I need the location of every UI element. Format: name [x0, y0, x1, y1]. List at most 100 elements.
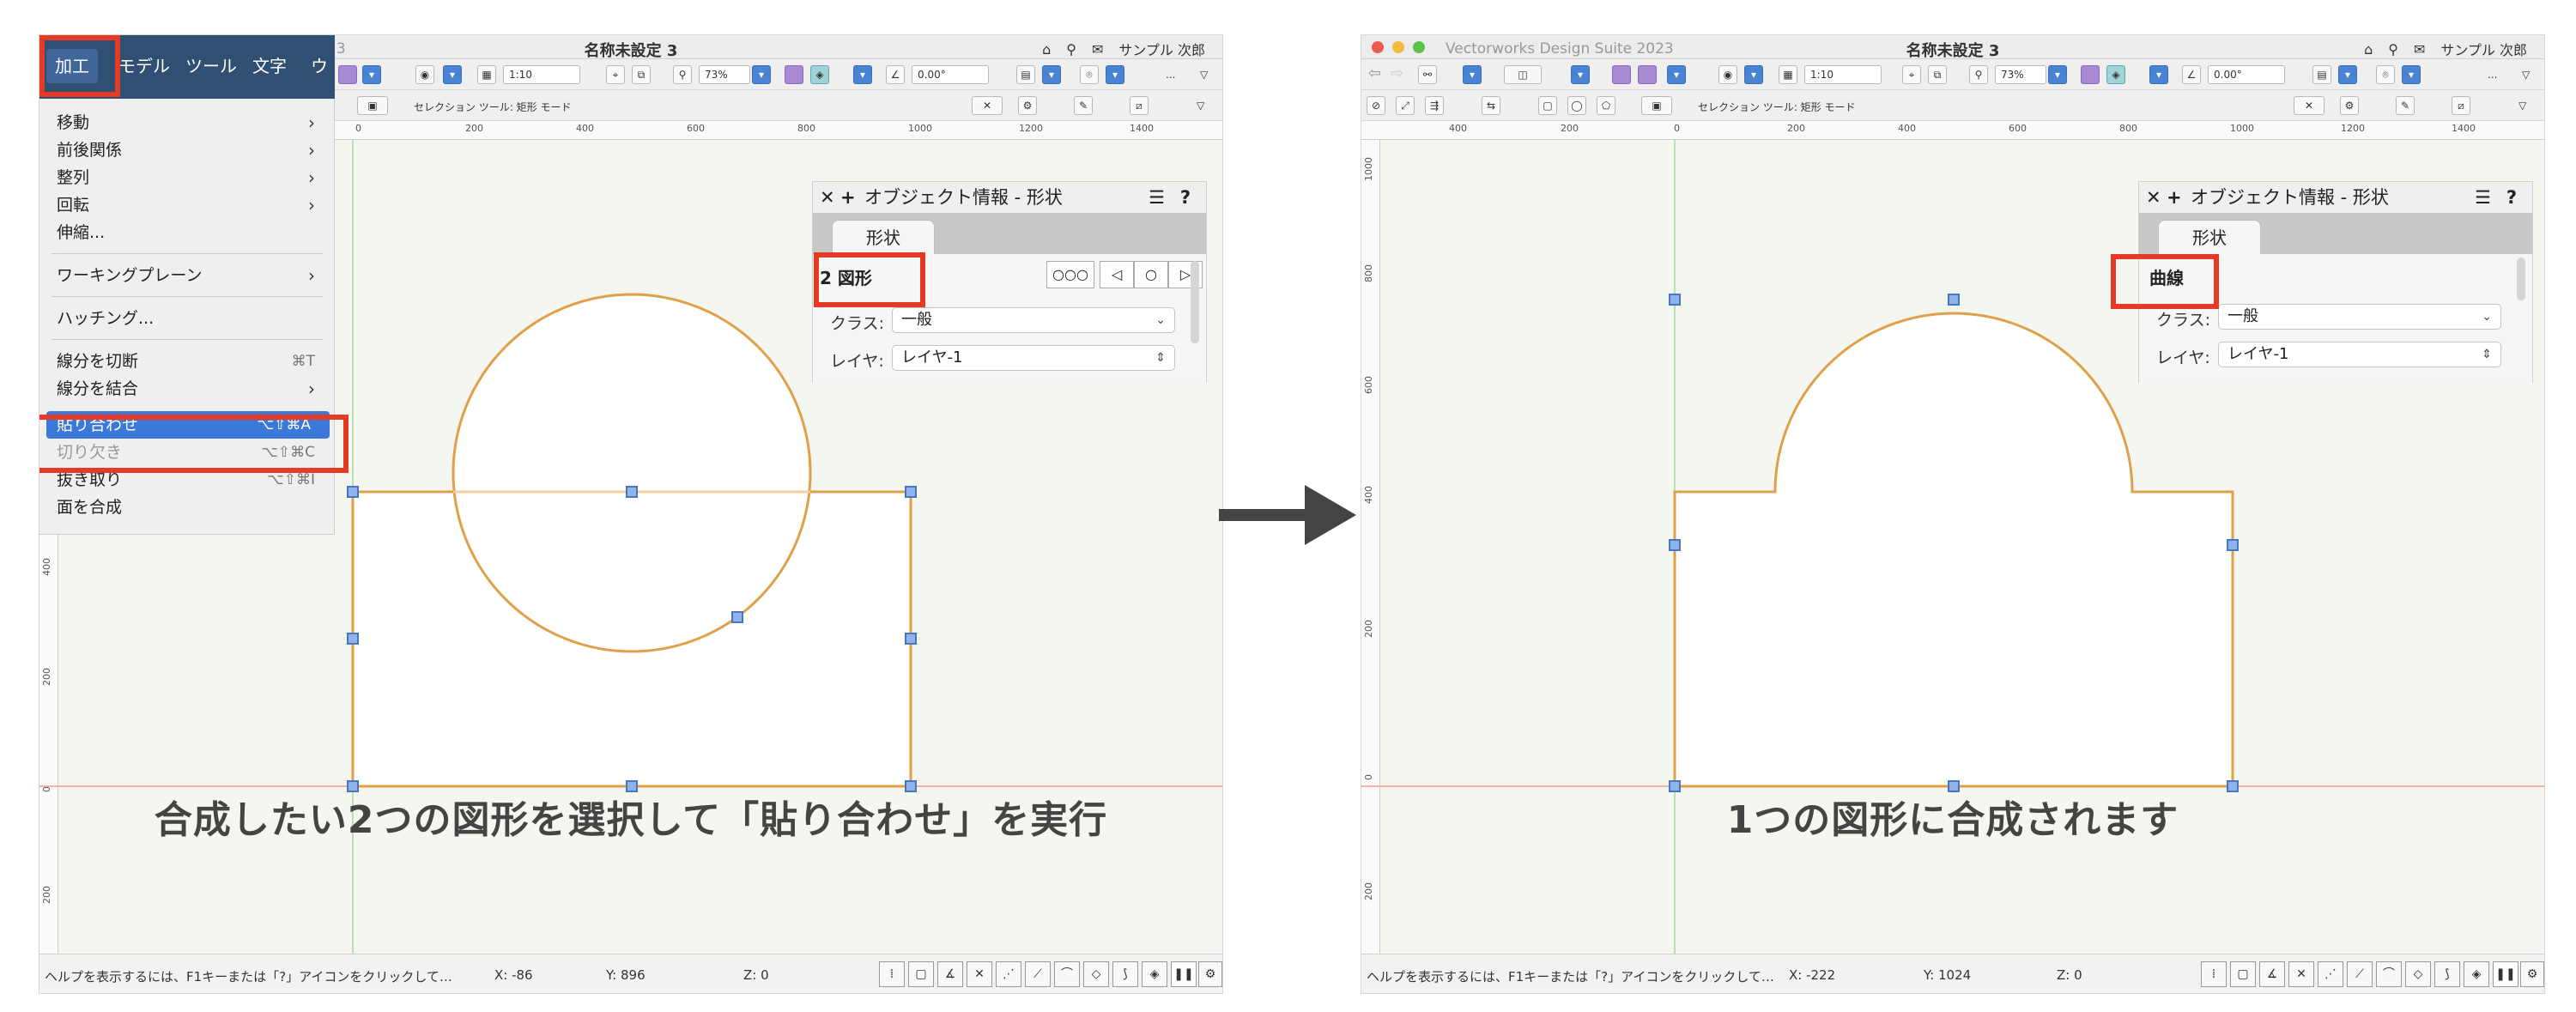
chevron-right-icon: ›: [308, 167, 315, 188]
handle[interactable]: [626, 486, 638, 498]
menu-item-combine-surface[interactable]: 面を合成: [39, 494, 334, 521]
handle[interactable]: [1669, 294, 1681, 306]
menu-item-split-line[interactable]: 線分を切断 ⌘T: [39, 348, 334, 375]
menu-item-hatching[interactable]: ハッチング...: [39, 305, 334, 332]
snap-distance-icon[interactable]: ⋰: [2318, 961, 2343, 987]
snap-smart-icon[interactable]: ⟋: [2347, 961, 2373, 987]
right-arrow-icon: [1219, 485, 1356, 545]
handle[interactable]: [347, 633, 359, 645]
class-select[interactable]: 一般 ⌄: [2218, 304, 2501, 330]
menu-icon[interactable]: ☰: [1149, 182, 1165, 213]
pause-icon[interactable]: ❚❚: [2493, 961, 2518, 987]
gear-icon[interactable]: ⚙: [1198, 961, 1222, 987]
menu-item-label: 切り欠き: [57, 443, 123, 462]
right-caption: 1つの図形に合成されます: [1726, 798, 2179, 842]
snap-object-icon[interactable]: ▢: [908, 961, 934, 987]
chevron-right-icon: ›: [308, 112, 315, 133]
handle[interactable]: [347, 486, 359, 498]
shortcut-label: ⌥⇧⌘A: [257, 416, 311, 433]
status-bar: ヘルプを表示するには、F1キーまたは「?」アイコンをクリックして… X: -86…: [39, 954, 1222, 993]
chevron-down-icon: ⌄: [1155, 313, 1166, 327]
shape-type-label: 2 図形: [820, 268, 872, 288]
menu-item-label: 整列: [57, 168, 90, 187]
menu-item-intersect-surface[interactable]: 抜き取り ⌥⇧⌘I: [39, 466, 334, 494]
menu-item-add-surface[interactable]: 貼り合わせ ⌥⇧⌘A: [46, 411, 330, 439]
circle-shape[interactable]: [452, 293, 812, 653]
plus-icon[interactable]: +: [2167, 182, 2182, 213]
snap-surface-icon[interactable]: ◇: [1083, 961, 1109, 987]
left-screenshot: 23 名称未設定 3 ⌂ ⚲ ✉ サンプル 次郎 ▾ ◉ ▾ ▦ 1:10 ⌖ …: [39, 34, 1223, 994]
chevron-down-icon: ⌄: [2482, 310, 2492, 324]
snap-tangent-icon[interactable]: ⌒: [2376, 961, 2402, 987]
help-icon[interactable]: ?: [2506, 182, 2517, 213]
tab-shape[interactable]: 形状: [832, 220, 935, 256]
menu-text[interactable]: 文字: [244, 49, 295, 83]
menu-separator: [52, 339, 323, 340]
menu-item-scale[interactable]: 伸縮...: [39, 219, 334, 246]
handle[interactable]: [905, 486, 917, 498]
menu-item-align[interactable]: 整列 ›: [39, 164, 334, 191]
chain-icon[interactable]: ○○○: [1046, 261, 1094, 288]
layer-select[interactable]: レイヤ-1 ⇕: [2218, 342, 2501, 367]
menu-model[interactable]: モデル: [110, 49, 179, 83]
menu-item-working-plane[interactable]: ワーキングプレーン ›: [39, 262, 334, 289]
tab-shape[interactable]: 形状: [2158, 220, 2261, 256]
menu-item-label: 線分を結合: [57, 379, 139, 398]
close-icon[interactable]: ✕: [820, 182, 835, 213]
snap-object-icon[interactable]: ▢: [2230, 961, 2256, 987]
close-icon[interactable]: ✕: [2146, 182, 2161, 213]
class-select[interactable]: 一般 ⌄: [892, 307, 1175, 333]
snap-grid-icon[interactable]: ⁞: [879, 961, 905, 987]
snap-smart-icon[interactable]: ⟋: [1025, 961, 1051, 987]
oip-body: 2 図形 ○○○ ◁ ○ ▷ クラス: 一般 ⌄ レイヤ: レイヤ-1 ⇕: [813, 254, 1206, 384]
menu-tool[interactable]: ツール: [177, 49, 245, 83]
menu-item-order[interactable]: 前後関係 ›: [39, 136, 334, 164]
drawing-area[interactable]: [1361, 35, 2544, 993]
snap-intersect-icon[interactable]: ✕: [2288, 961, 2314, 987]
scrollbar[interactable]: [1191, 261, 1199, 343]
handle[interactable]: [2227, 539, 2239, 551]
handle[interactable]: [1948, 294, 1960, 306]
shortcut-label: ⌥⇧⌘C: [261, 444, 315, 461]
handle[interactable]: [905, 633, 917, 645]
snap-working-plane-icon[interactable]: ◈: [1142, 961, 1167, 987]
menu-item-move[interactable]: 移動 ›: [39, 109, 334, 136]
handle[interactable]: [1669, 539, 1681, 551]
snap-tangent-icon[interactable]: ⌒: [1054, 961, 1080, 987]
status-x: X: -222: [1789, 967, 1836, 983]
snap-angle-icon[interactable]: ∡: [2259, 961, 2285, 987]
menu-process[interactable]: 加工: [46, 49, 98, 83]
circle-icon[interactable]: ○: [1134, 261, 1168, 288]
layer-label: レイヤ:: [830, 352, 884, 371]
left-caption: 合成したい2つの図形を選択して「貼り合わせ」を実行: [154, 798, 1108, 842]
layer-select[interactable]: レイヤ-1 ⇕: [892, 345, 1175, 371]
snap-grid-icon[interactable]: ⁞: [2201, 961, 2227, 987]
pause-icon[interactable]: ❚❚: [1171, 961, 1197, 987]
handle[interactable]: [731, 611, 743, 623]
snap-angle-icon[interactable]: ∡: [937, 961, 963, 987]
help-icon[interactable]: ?: [1180, 182, 1191, 213]
snap-surface-icon[interactable]: ◇: [2405, 961, 2431, 987]
gear-icon[interactable]: ⚙: [2520, 961, 2544, 987]
oip-tabbar: 形状: [2139, 213, 2532, 256]
status-y: Y: 1024: [1924, 967, 1972, 983]
snap-edge-icon[interactable]: ⟆: [1112, 961, 1138, 987]
snap-edge-icon[interactable]: ⟆: [2434, 961, 2460, 987]
menu-icon[interactable]: ☰: [2475, 182, 2491, 213]
plus-icon[interactable]: +: [840, 182, 856, 213]
menu-item-clip-surface[interactable]: 切り欠き ⌥⇧⌘C: [39, 439, 334, 466]
menu-item-label: 抜き取り: [57, 470, 123, 489]
snap-intersect-icon[interactable]: ✕: [967, 961, 992, 987]
menu-item-rotate[interactable]: 回転 ›: [39, 191, 334, 219]
prev-icon[interactable]: ◁: [1100, 261, 1134, 288]
menu-item-join-line[interactable]: 線分を結合 ›: [39, 375, 334, 403]
oip-header: ✕ + オブジェクト情報 - 形状 ☰ ?: [2139, 182, 2532, 213]
scrollbar[interactable]: [2517, 258, 2525, 300]
menu-more[interactable]: ウ: [302, 49, 336, 83]
snap-distance-icon[interactable]: ⋰: [996, 961, 1021, 987]
status-help: ヘルプを表示するには、F1キーまたは「?」アイコンをクリックして…: [45, 969, 452, 985]
snap-working-plane-icon[interactable]: ◈: [2464, 961, 2489, 987]
menu-item-label: 線分を切断: [57, 352, 139, 371]
right-screenshot: Vectorworks Design Suite 2023 名称未設定 3 ⌂ …: [1361, 34, 2545, 994]
merged-shape[interactable]: [1673, 312, 2234, 788]
